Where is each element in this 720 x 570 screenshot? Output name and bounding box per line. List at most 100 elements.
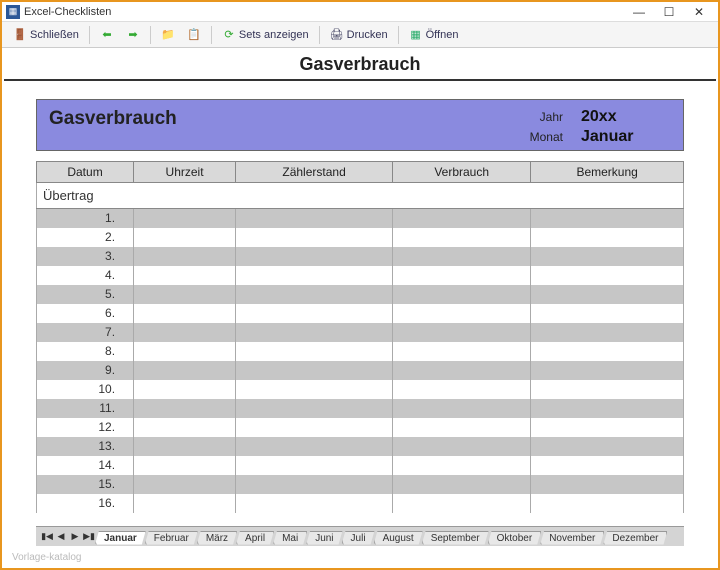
sheet-tab-juni[interactable]: Juni <box>306 531 342 545</box>
cell[interactable] <box>531 399 684 418</box>
cell[interactable] <box>393 228 531 247</box>
cell[interactable] <box>236 209 393 228</box>
cell[interactable] <box>393 285 531 304</box>
cell[interactable] <box>134 437 236 456</box>
tab-nav-first[interactable]: ▮◀ <box>40 530 54 544</box>
table-row[interactable]: 7. <box>37 323 684 342</box>
cell[interactable] <box>134 247 236 266</box>
cell[interactable] <box>236 323 393 342</box>
cell[interactable] <box>393 247 531 266</box>
sets-button[interactable]: ⟳ Sets anzeigen <box>217 26 314 44</box>
cell[interactable] <box>531 209 684 228</box>
cell[interactable] <box>393 323 531 342</box>
cell[interactable] <box>531 380 684 399</box>
cell[interactable] <box>236 456 393 475</box>
folder-button[interactable]: 📁 <box>156 26 180 44</box>
maximize-button[interactable]: ☐ <box>654 3 684 21</box>
open-button[interactable]: ▦ Öffnen <box>404 26 464 44</box>
table-row[interactable]: 4. <box>37 266 684 285</box>
sheet-tab-märz[interactable]: März <box>197 531 237 545</box>
table-row[interactable]: 6. <box>37 304 684 323</box>
cell[interactable] <box>531 342 684 361</box>
tab-nav-last[interactable]: ▶▮ <box>82 530 96 544</box>
cell[interactable] <box>134 380 236 399</box>
cell[interactable] <box>531 285 684 304</box>
sheet-tab-dezember[interactable]: Dezember <box>603 531 667 545</box>
sheet-tab-april[interactable]: April <box>236 531 274 545</box>
tab-nav-next[interactable]: ▶ <box>68 530 82 544</box>
cell[interactable] <box>531 323 684 342</box>
cell[interactable] <box>531 228 684 247</box>
cell[interactable] <box>134 304 236 323</box>
cell[interactable] <box>236 361 393 380</box>
cell[interactable] <box>531 437 684 456</box>
cell[interactable] <box>531 456 684 475</box>
print-button[interactable]: 🖨 Drucken <box>325 26 393 44</box>
cell[interactable] <box>236 494 393 513</box>
nav-back-button[interactable]: ⬅ <box>95 26 119 44</box>
sheet-tab-juli[interactable]: Juli <box>342 531 375 545</box>
tab-nav-prev[interactable]: ◀ <box>54 530 68 544</box>
sheet-tab-oktober[interactable]: Oktober <box>488 531 542 545</box>
cell[interactable] <box>393 209 531 228</box>
cell[interactable] <box>393 266 531 285</box>
cell[interactable] <box>236 437 393 456</box>
cell[interactable] <box>236 247 393 266</box>
sheet-tab-november[interactable]: November <box>540 531 604 545</box>
cell[interactable] <box>236 475 393 494</box>
cell[interactable] <box>393 361 531 380</box>
cell[interactable] <box>134 475 236 494</box>
table-row[interactable]: 10. <box>37 380 684 399</box>
sheet-tab-januar[interactable]: Januar <box>95 531 146 545</box>
cell[interactable] <box>531 418 684 437</box>
table-row[interactable]: 12. <box>37 418 684 437</box>
cell[interactable] <box>393 437 531 456</box>
cell[interactable] <box>236 304 393 323</box>
close-window-button[interactable]: ✕ <box>684 3 714 21</box>
cell[interactable] <box>393 399 531 418</box>
minimize-button[interactable]: — <box>624 3 654 21</box>
cell[interactable] <box>236 342 393 361</box>
cell[interactable] <box>393 494 531 513</box>
cell[interactable] <box>134 342 236 361</box>
cell[interactable] <box>393 342 531 361</box>
cell[interactable] <box>531 266 684 285</box>
cell[interactable] <box>393 475 531 494</box>
table-row[interactable]: 15. <box>37 475 684 494</box>
table-row[interactable]: 11. <box>37 399 684 418</box>
table-row[interactable]: 9. <box>37 361 684 380</box>
cell[interactable] <box>236 399 393 418</box>
cell[interactable] <box>134 399 236 418</box>
cell[interactable] <box>531 361 684 380</box>
cell[interactable] <box>236 266 393 285</box>
cell[interactable] <box>236 380 393 399</box>
table-row[interactable]: 1. <box>37 209 684 228</box>
cell[interactable] <box>236 418 393 437</box>
nav-forward-button[interactable]: ➡ <box>121 26 145 44</box>
cell[interactable] <box>393 456 531 475</box>
cell[interactable] <box>236 228 393 247</box>
cell[interactable] <box>134 209 236 228</box>
table-row[interactable]: 14. <box>37 456 684 475</box>
copy-button[interactable]: 📋 <box>182 26 206 44</box>
cell[interactable] <box>531 475 684 494</box>
cell[interactable] <box>393 380 531 399</box>
cell[interactable] <box>134 361 236 380</box>
close-button[interactable]: 🚪 Schließen <box>8 26 84 44</box>
cell[interactable] <box>236 285 393 304</box>
table-row[interactable]: 2. <box>37 228 684 247</box>
table-row[interactable]: 16. <box>37 494 684 513</box>
cell[interactable] <box>134 418 236 437</box>
cell[interactable] <box>531 304 684 323</box>
sheet-tab-februar[interactable]: Februar <box>145 531 198 545</box>
cell[interactable] <box>531 494 684 513</box>
table-row[interactable]: 3. <box>37 247 684 266</box>
table-row[interactable]: 13. <box>37 437 684 456</box>
cell[interactable] <box>134 456 236 475</box>
cell[interactable] <box>134 228 236 247</box>
cell[interactable] <box>531 247 684 266</box>
cell[interactable] <box>134 323 236 342</box>
table-row[interactable]: 8. <box>37 342 684 361</box>
sheet-tab-mai[interactable]: Mai <box>273 531 307 545</box>
cell[interactable] <box>134 494 236 513</box>
